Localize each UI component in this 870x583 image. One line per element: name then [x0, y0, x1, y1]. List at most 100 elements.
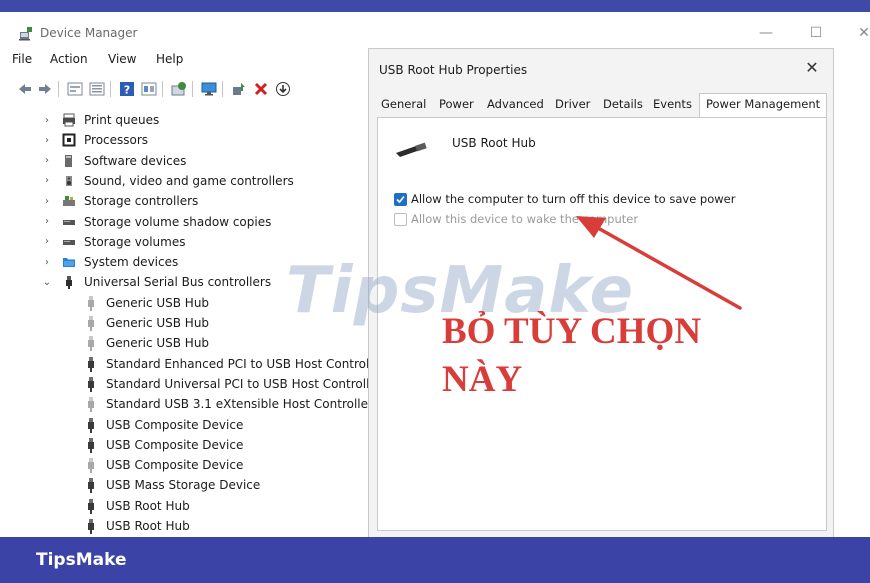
update-driver-icon[interactable]	[230, 80, 248, 98]
tree-device-label: Standard USB 3.1 eXtensible Host Control…	[106, 397, 373, 412]
forward-arrow-icon[interactable]	[36, 80, 54, 98]
tree-device-label: Standard Enhanced PCI to USB Host Contro…	[106, 356, 370, 371]
tree-category-label: Storage volumes	[84, 234, 186, 249]
software-device-icon	[65, 154, 72, 167]
allow-turn-off-checkbox[interactable]	[394, 192, 407, 206]
allow-turn-off-label: Allow the computer to turn off this devi…	[411, 192, 736, 206]
footer-brand: TipsMake	[36, 550, 127, 570]
dialog-close-icon[interactable]: ✕	[801, 57, 823, 79]
checkmark-icon	[396, 195, 405, 203]
chevron-right-icon[interactable]: ›	[42, 236, 52, 247]
maximize-icon[interactable]: ☐	[806, 23, 826, 43]
tree-category[interactable]: › Print queues	[12, 110, 372, 130]
toolbar-divider	[192, 81, 193, 97]
printer-icon	[63, 113, 75, 127]
tree-category-label: Software devices	[84, 153, 187, 168]
tree-device[interactable]: Standard Universal PCI to USB Host Contr…	[12, 374, 372, 394]
tree-device[interactable]: USB Composite Device	[12, 455, 372, 475]
tree-category[interactable]: › Storage volume shadow copies	[12, 212, 372, 232]
usb-plug-icon	[88, 478, 94, 494]
toolbar-divider	[58, 81, 59, 97]
chevron-right-icon[interactable]: ›	[42, 216, 52, 227]
menu-action[interactable]: Action	[50, 52, 88, 66]
chevron-right-icon[interactable]: ›	[42, 155, 52, 166]
menu-view[interactable]: View	[108, 52, 136, 66]
tab-power[interactable]: Power	[439, 97, 474, 111]
top-banner-strip	[0, 0, 870, 12]
footer-banner: TipsMake	[0, 537, 870, 583]
tree-device-label: Generic USB Hub	[106, 295, 210, 310]
back-arrow-icon[interactable]	[16, 80, 34, 98]
tree-device[interactable]: USB Root Hub	[12, 516, 372, 536]
view-list-icon[interactable]	[140, 80, 158, 98]
tree-category[interactable]: › Software devices	[12, 151, 372, 171]
toolbar-divider	[110, 81, 111, 97]
tree-device[interactable]: Standard USB 3.1 eXtensible Host Control…	[12, 394, 373, 414]
device-manager-titlebar: Device Manager — ☐ ✕	[12, 16, 870, 50]
minimize-icon[interactable]: —	[756, 23, 776, 43]
usb-icon	[66, 276, 72, 290]
chevron-right-icon[interactable]: ›	[42, 196, 52, 207]
tree-device[interactable]: Standard Enhanced PCI to USB Host Contro…	[12, 354, 372, 374]
uninstall-x-icon[interactable]	[252, 80, 270, 98]
properties-icon[interactable]	[88, 80, 106, 98]
tree-category[interactable]: › Processors	[12, 130, 372, 150]
allow-wake-label: Allow this device to wake the computer	[411, 212, 639, 226]
tree-device[interactable]: Generic USB Hub	[12, 333, 372, 353]
tab-general[interactable]: General	[381, 97, 426, 111]
tab-advanced[interactable]: Advanced	[487, 97, 544, 111]
menu-help[interactable]: Help	[156, 52, 183, 66]
close-window-icon[interactable]: ✕	[854, 23, 870, 43]
annotation-text: BỎ TÙY CHỌN NÀY	[442, 308, 701, 404]
chevron-right-icon[interactable]: ›	[42, 115, 52, 126]
usb-plug-icon	[88, 376, 94, 392]
tree-device-label: USB Composite Device	[106, 437, 244, 452]
drive-icon	[63, 239, 75, 245]
tree-device-label: Standard Universal PCI to USB Host Contr…	[106, 376, 370, 391]
tree-device-label: USB Composite Device	[106, 458, 244, 473]
tree-category[interactable]: › Storage volumes	[12, 232, 372, 252]
tree-device[interactable]: USB Root Hub	[12, 496, 372, 516]
drive-icon	[63, 219, 75, 225]
tree-device[interactable]: USB Composite Device	[12, 435, 372, 455]
tab-driver[interactable]: Driver	[555, 97, 590, 111]
tab-details[interactable]: Details	[603, 97, 643, 111]
tree-category-label: Sound, video and game controllers	[84, 173, 294, 188]
storage-controller-icon	[63, 196, 75, 207]
chevron-down-icon[interactable]: ⌄	[42, 277, 52, 288]
tab-events[interactable]: Events	[653, 97, 692, 111]
tree-category-label: Processors	[84, 133, 149, 148]
processor-icon	[62, 133, 76, 147]
show-hidden-icon[interactable]	[66, 80, 84, 98]
usb-plug-icon	[88, 316, 94, 331]
help-icon[interactable]: ?	[118, 80, 136, 98]
allow-turn-off-option[interactable]: Allow the computer to turn off this devi…	[394, 191, 735, 207]
annotation-line-2: NÀY	[442, 359, 523, 400]
dialog-title: USB Root Hub Properties	[379, 63, 528, 77]
device-manager-title: Device Manager	[40, 26, 138, 40]
usb-plug-icon	[88, 498, 94, 514]
tree-device-label: Generic USB Hub	[106, 336, 210, 351]
chevron-right-icon[interactable]: ›	[42, 175, 52, 186]
device-name: USB Root Hub	[452, 136, 536, 150]
tree-device[interactable]: USB Composite Device	[12, 415, 372, 435]
tree-category-label: System devices	[84, 255, 179, 270]
folder-icon	[63, 258, 75, 268]
tree-category[interactable]: › Storage controllers	[12, 191, 372, 211]
svg-text:?: ?	[124, 84, 130, 97]
chevron-right-icon[interactable]: ›	[42, 135, 52, 146]
usb-plug-icon	[88, 519, 94, 534]
usb-plug-icon	[88, 437, 94, 453]
tree-category[interactable]: › Sound, video and game controllers	[12, 171, 372, 191]
tree-category-label: Print queues	[84, 113, 160, 127]
monitor-icon[interactable]	[200, 80, 218, 98]
tree-category-label: Universal Serial Bus controllers	[84, 275, 272, 290]
enable-device-icon[interactable]	[274, 80, 292, 98]
chevron-right-icon[interactable]: ›	[42, 257, 52, 268]
tree-device[interactable]: USB Mass Storage Device	[12, 475, 372, 495]
toolbar-divider	[222, 81, 223, 97]
scan-hardware-icon[interactable]	[170, 80, 188, 98]
menu-file[interactable]: File	[12, 52, 32, 66]
allow-wake-checkbox	[394, 212, 407, 226]
tab-power-management[interactable]: Power Management	[699, 93, 828, 118]
